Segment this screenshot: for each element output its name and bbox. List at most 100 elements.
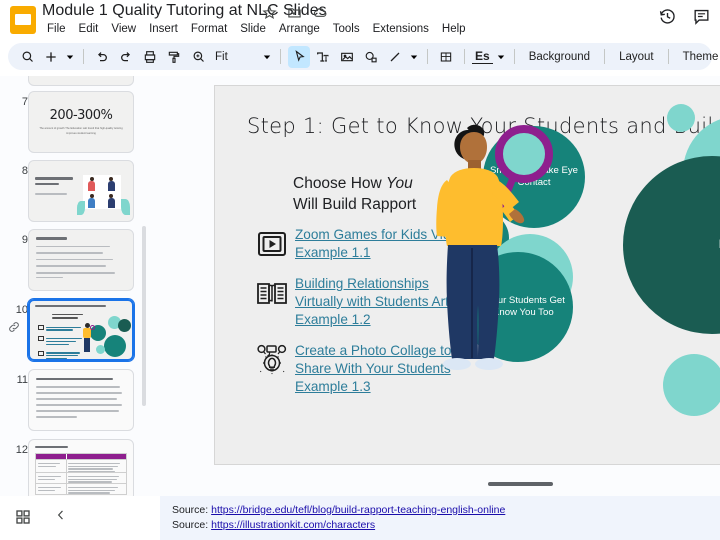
menu-help[interactable]: Help [437, 21, 471, 37]
notes-source-link-1[interactable]: https://bridge.edu/tefl/blog/build-rappo… [211, 504, 505, 516]
thumb-caption: The amount of growth The Education Lab f… [38, 127, 123, 136]
toolbar-divider [464, 49, 465, 64]
list-item[interactable]: 9 [0, 226, 148, 296]
star-icon[interactable] [262, 5, 277, 20]
toolbar-divider [83, 49, 84, 64]
menu-tools[interactable]: Tools [328, 21, 365, 37]
menu-file[interactable]: File [42, 21, 71, 37]
idea-lightbulb-icon [255, 344, 289, 376]
print-icon[interactable] [139, 46, 161, 68]
filmstrip-scrollbar[interactable] [142, 226, 146, 406]
thumb-paragraph [36, 378, 126, 420]
slide-thumbnail-active[interactable] [28, 299, 134, 361]
cloud-saved-icon[interactable] [312, 5, 327, 20]
thumb-person [82, 323, 92, 353]
toolbar-divider [604, 49, 605, 64]
notes-line-2: Source: https://illustrationkit.com/char… [172, 518, 708, 533]
undo-icon[interactable] [91, 46, 113, 68]
slide-filmstrip-panel[interactable]: 7 200-300% The amount of growth The Educ… [0, 76, 148, 496]
thumb-bullet-list [36, 237, 126, 280]
slide-thumbnail[interactable] [28, 160, 134, 222]
thumb-leaf-icon [121, 199, 130, 215]
bottom-status-bar [0, 496, 160, 540]
decorative-circle-light-teal-top [667, 104, 695, 132]
text-box-icon[interactable] [312, 46, 334, 68]
canvas-horizontal-scrollbar[interactable] [488, 482, 553, 486]
list-item[interactable]: 11 [0, 366, 148, 436]
background-button[interactable]: Background [522, 48, 597, 66]
bubble-praise[interactable]: Praise [623, 156, 720, 334]
slide-artwork[interactable]: Praise Smile and Make Eye Contact Let Yo… [445, 104, 720, 465]
title-action-icons [262, 5, 327, 20]
slide-thumbnail[interactable]: 200-300% The amount of growth The Educat… [28, 91, 134, 153]
menu-arrange[interactable]: Arrange [274, 21, 325, 37]
search-icon[interactable] [16, 46, 38, 68]
menu-view[interactable]: View [106, 21, 141, 37]
play-video-icon [255, 228, 289, 260]
spellcheck-dropdown-icon[interactable] [495, 46, 507, 68]
list-item[interactable] [0, 76, 148, 88]
move-to-folder-icon[interactable] [287, 5, 302, 20]
slide-thumbnail[interactable] [28, 439, 134, 496]
header-right-actions [658, 7, 712, 27]
theme-button[interactable]: Theme [676, 48, 720, 66]
toolbar-divider [427, 49, 428, 64]
insert-image-icon[interactable] [336, 46, 358, 68]
select-cursor-icon[interactable] [288, 46, 310, 68]
menu-format[interactable]: Format [186, 21, 232, 37]
slide-thumbnail[interactable] [28, 229, 134, 291]
slide-number: 7 [8, 96, 28, 108]
slide-number: 11 [8, 374, 28, 386]
sidebar-item-slide-10[interactable]: 10 [0, 296, 148, 366]
menu-insert[interactable]: Insert [144, 21, 183, 37]
version-history-icon[interactable] [658, 7, 678, 27]
slide-thumbnail[interactable] [28, 369, 134, 431]
paint-format-icon[interactable] [163, 46, 185, 68]
menu-slide[interactable]: Slide [235, 21, 271, 37]
spellcheck-language-button[interactable]: Es [472, 49, 493, 64]
redo-icon[interactable] [115, 46, 137, 68]
zoom-dropdown-icon[interactable] [261, 46, 273, 68]
toolbar-divider [514, 49, 515, 64]
thumb-leaf-icon [77, 201, 85, 215]
slide-canvas-area[interactable]: Step 1: Get to Know Your Students and Bu… [148, 76, 720, 496]
list-item[interactable]: 12 [0, 436, 148, 496]
slide-thumbnail[interactable] [28, 76, 134, 86]
new-slide-icon[interactable] [40, 46, 62, 68]
app-header: Module 1 Quality Tutoring at NLC Slides … [0, 0, 720, 40]
decorative-circle-light-teal-bottom [663, 354, 720, 416]
person-with-magnifying-glass [427, 114, 557, 404]
new-slide-dropdown-icon[interactable] [64, 46, 76, 68]
notes-line-1: Source: https://bridge.edu/tefl/blog/bui… [172, 503, 708, 518]
current-slide[interactable]: Step 1: Get to Know Your Students and Bu… [214, 85, 720, 465]
link-icon[interactable] [7, 320, 21, 334]
zoom-level-value[interactable]: Fit [211, 51, 259, 63]
slide-number: 10 [8, 304, 28, 316]
line-icon[interactable] [384, 46, 406, 68]
list-item[interactable]: 7 200-300% The amount of growth The Educ… [0, 88, 148, 157]
shape-icon[interactable] [360, 46, 382, 68]
menu-edit[interactable]: Edit [74, 21, 104, 37]
zoom-icon[interactable] [187, 46, 209, 68]
speaker-notes-pane[interactable]: Source: https://bridge.edu/tefl/blog/bui… [160, 496, 720, 540]
line-dropdown-icon[interactable] [408, 46, 420, 68]
comment-icon[interactable] [692, 7, 712, 27]
thumb-stat-text: 200-300% [50, 108, 113, 123]
thumb-art [92, 315, 134, 359]
open-book-icon [255, 277, 289, 309]
thumb-photo-grid [83, 175, 121, 209]
slide-number: 8 [8, 165, 28, 177]
thumb-links [38, 322, 84, 361]
menu-extensions[interactable]: Extensions [368, 21, 434, 37]
notes-source-label: Source: [172, 504, 211, 516]
thumb-table [35, 446, 127, 495]
subtitle-emphasis: You [386, 175, 413, 192]
notes-source-link-2[interactable]: https://illustrationkit.com/characters [211, 519, 375, 531]
list-item[interactable]: 8 [0, 157, 148, 226]
layout-button[interactable]: Layout [612, 48, 661, 66]
thumb-title-block [35, 177, 77, 196]
collapse-filmstrip-chevron-icon[interactable] [54, 508, 74, 528]
table-icon[interactable] [435, 46, 457, 68]
thumb-title [35, 305, 109, 307]
grid-view-icon[interactable] [14, 508, 34, 528]
